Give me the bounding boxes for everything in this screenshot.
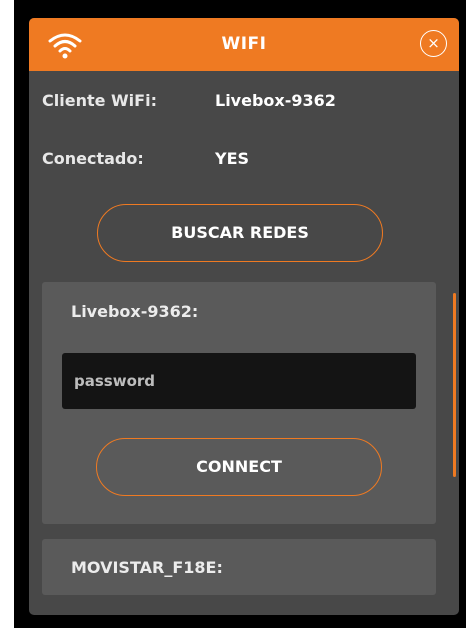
header-title: WIFI xyxy=(221,34,267,54)
wifi-panel: WIFI × Cliente WiFi: Livebox-9362 Conect… xyxy=(29,18,459,615)
network-card-movistar[interactable]: MOVISTAR_F18E: xyxy=(42,539,436,595)
connect-button[interactable]: CONNECT xyxy=(96,438,382,496)
scrollbar[interactable] xyxy=(453,293,456,477)
close-icon[interactable]: × xyxy=(420,30,447,57)
password-input[interactable] xyxy=(62,353,416,409)
connected-label: Conectado: xyxy=(42,149,144,168)
connected-value: YES xyxy=(215,149,250,168)
header-bar: WIFI × xyxy=(29,18,459,71)
network-card-livebox: Livebox-9362: CONNECT xyxy=(42,282,436,524)
scan-networks-button[interactable]: BUSCAR REDES xyxy=(97,204,383,262)
client-wifi-value: Livebox-9362 xyxy=(215,91,336,110)
client-wifi-label: Cliente WiFi: xyxy=(42,91,157,110)
network-name: Livebox-9362: xyxy=(71,302,199,321)
wifi-window: WIFI × Cliente WiFi: Livebox-9362 Conect… xyxy=(14,0,466,628)
network-name: MOVISTAR_F18E: xyxy=(71,558,223,577)
